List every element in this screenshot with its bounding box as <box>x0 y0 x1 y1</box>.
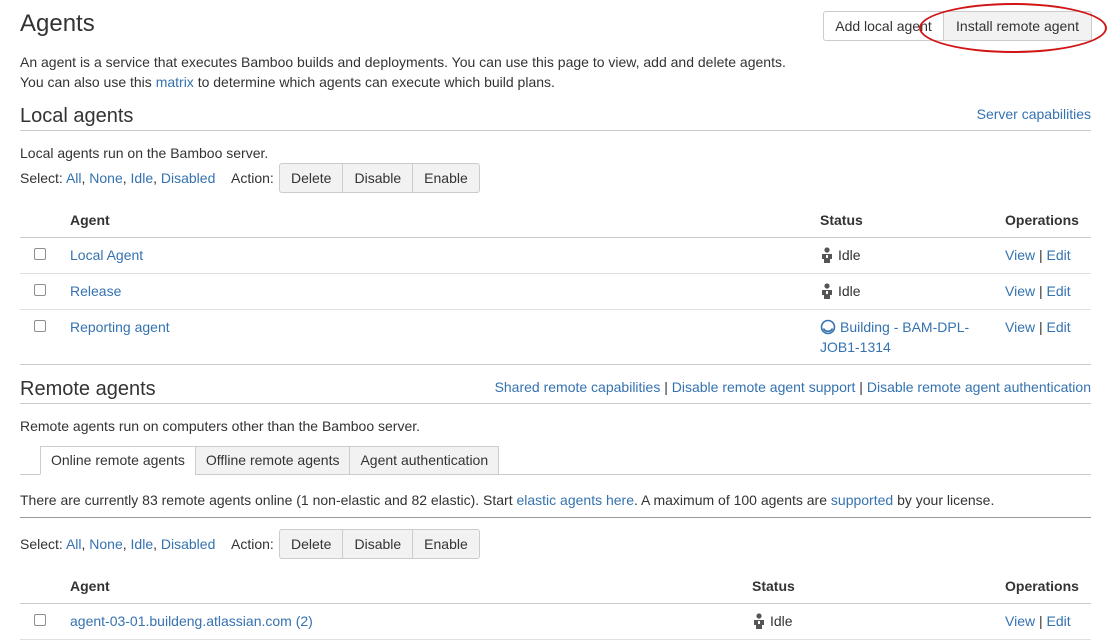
column-header-operations: Operations <box>1005 212 1079 228</box>
tab-online-remote-agents[interactable]: Online remote agents <box>40 446 196 475</box>
status-building: Building - BAM-DPL- JOB1-1314 <box>820 319 969 357</box>
idle-agent-icon <box>754 613 764 629</box>
disable-remote-auth-link[interactable]: Disable remote agent authentication <box>867 379 1091 395</box>
status-text: Idle <box>838 283 861 299</box>
select-all-link[interactable]: All <box>66 170 82 186</box>
elastic-agents-link[interactable]: elastic agents here <box>516 492 634 508</box>
tab-offline-remote-agents[interactable]: Offline remote agents <box>194 446 351 475</box>
local-agents-description: Local agents run on the Bamboo server. <box>20 145 269 161</box>
remote-action-buttons: Delete Disable Enable <box>279 529 480 559</box>
agent-name-link[interactable]: agent-03-01.buildeng.atlassian.com (2) <box>70 613 313 629</box>
status-idle: Idle <box>752 613 793 629</box>
operations: View | Edit <box>1005 613 1071 629</box>
shared-remote-capabilities-link[interactable]: Shared remote capabilities <box>495 379 661 395</box>
select-none-link[interactable]: None <box>89 536 122 552</box>
idle-agent-icon <box>822 283 832 299</box>
remote-agent-tabs: Online remote agents Offline remote agen… <box>40 446 500 475</box>
column-header-status: Status <box>752 578 795 594</box>
page-title: Agents <box>20 10 95 37</box>
row-divider <box>20 309 1091 310</box>
info-text: by your license. <box>893 492 995 508</box>
edit-link[interactable]: Edit <box>1047 283 1071 299</box>
select-none-link[interactable]: None <box>89 170 122 186</box>
add-local-agent-button[interactable]: Add local agent <box>823 11 944 41</box>
edit-link[interactable]: Edit <box>1047 613 1071 629</box>
divider <box>20 237 1091 238</box>
disable-remote-support-link[interactable]: Disable remote agent support <box>672 379 856 395</box>
status-idle: Idle <box>820 247 861 263</box>
view-link[interactable]: View <box>1005 247 1035 263</box>
select-label: Select: <box>20 170 63 186</box>
info-text: There are currently 83 remote agents onl… <box>20 492 517 508</box>
view-link[interactable]: View <box>1005 283 1035 299</box>
row-divider <box>20 273 1091 274</box>
info-text: . A maximum of 100 agents are <box>634 492 831 508</box>
select-all-link[interactable]: All <box>66 536 82 552</box>
operations: View | Edit <box>1005 283 1071 299</box>
local-action-buttons: Delete Disable Enable <box>279 163 480 193</box>
install-remote-agent-button[interactable]: Install remote agent <box>943 11 1092 41</box>
select-disabled-link[interactable]: Disabled <box>161 170 215 186</box>
column-header-operations: Operations <box>1005 578 1079 594</box>
remote-agents-description: Remote agents run on computers other tha… <box>20 418 421 434</box>
agent-name-link[interactable]: Reporting agent <box>70 319 170 335</box>
status-text: Idle <box>838 247 861 263</box>
local-select-row: Select: All, None, Idle, Disabled <box>20 170 216 186</box>
divider <box>20 403 1091 404</box>
intro-text: You can also use this <box>20 74 156 90</box>
delete-button[interactable]: Delete <box>279 163 344 193</box>
column-header-agent: Agent <box>70 212 110 228</box>
disable-button[interactable]: Disable <box>342 529 414 559</box>
delete-button[interactable]: Delete <box>279 529 344 559</box>
select-idle-link[interactable]: Idle <box>131 536 154 552</box>
remote-agents-heading: Remote agents <box>20 378 156 400</box>
agent-name-link[interactable]: Release <box>70 283 121 299</box>
intro-text-end: to determine which agents can execute wh… <box>193 74 555 90</box>
tab-agent-authentication[interactable]: Agent authentication <box>349 446 500 475</box>
edit-link[interactable]: Edit <box>1047 319 1071 335</box>
agent-name-link[interactable]: Local Agent <box>70 247 143 263</box>
view-link[interactable]: View <box>1005 319 1035 335</box>
action-label: Action: <box>231 536 274 552</box>
remote-select-row: Select: All, None, Idle, Disabled <box>20 536 216 552</box>
row-divider <box>20 639 1091 640</box>
server-capabilities-link[interactable]: Server capabilities <box>977 106 1091 122</box>
row-checkbox[interactable] <box>34 284 46 296</box>
edit-link[interactable]: Edit <box>1047 247 1071 263</box>
intro-text-line1: An agent is a service that executes Bamb… <box>20 54 786 70</box>
row-checkbox[interactable] <box>34 320 46 332</box>
remote-info-text: There are currently 83 remote agents onl… <box>20 492 994 508</box>
table-bottom-divider <box>20 364 1091 365</box>
matrix-link[interactable]: matrix <box>156 74 194 90</box>
intro-text-line2: You can also use this matrix to determin… <box>20 74 555 90</box>
column-header-agent: Agent <box>70 578 110 594</box>
status-text: Idle <box>770 613 793 629</box>
operations: View | Edit <box>1005 319 1071 335</box>
column-header-status: Status <box>820 212 863 228</box>
remote-links: Shared remote capabilities | Disable rem… <box>494 379 1091 395</box>
view-link[interactable]: View <box>1005 613 1035 629</box>
select-idle-link[interactable]: Idle <box>131 170 154 186</box>
select-label: Select: <box>20 536 63 552</box>
row-checkbox[interactable] <box>34 614 46 626</box>
building-link-line2[interactable]: JOB1-1314 <box>820 339 891 355</box>
enable-button[interactable]: Enable <box>412 529 480 559</box>
divider <box>20 130 1091 131</box>
building-link-line1[interactable]: Building - BAM-DPL- <box>840 319 969 335</box>
row-checkbox[interactable] <box>34 248 46 260</box>
action-label: Action: <box>231 170 274 186</box>
operations: View | Edit <box>1005 247 1071 263</box>
disable-button[interactable]: Disable <box>342 163 414 193</box>
supported-link[interactable]: supported <box>831 492 893 508</box>
local-agents-heading: Local agents <box>20 105 134 127</box>
divider <box>20 517 1091 518</box>
enable-button[interactable]: Enable <box>412 163 480 193</box>
building-spinner-icon <box>820 319 836 335</box>
divider <box>20 603 1091 604</box>
idle-agent-icon <box>822 247 832 263</box>
status-idle: Idle <box>820 283 861 299</box>
select-disabled-link[interactable]: Disabled <box>161 536 215 552</box>
